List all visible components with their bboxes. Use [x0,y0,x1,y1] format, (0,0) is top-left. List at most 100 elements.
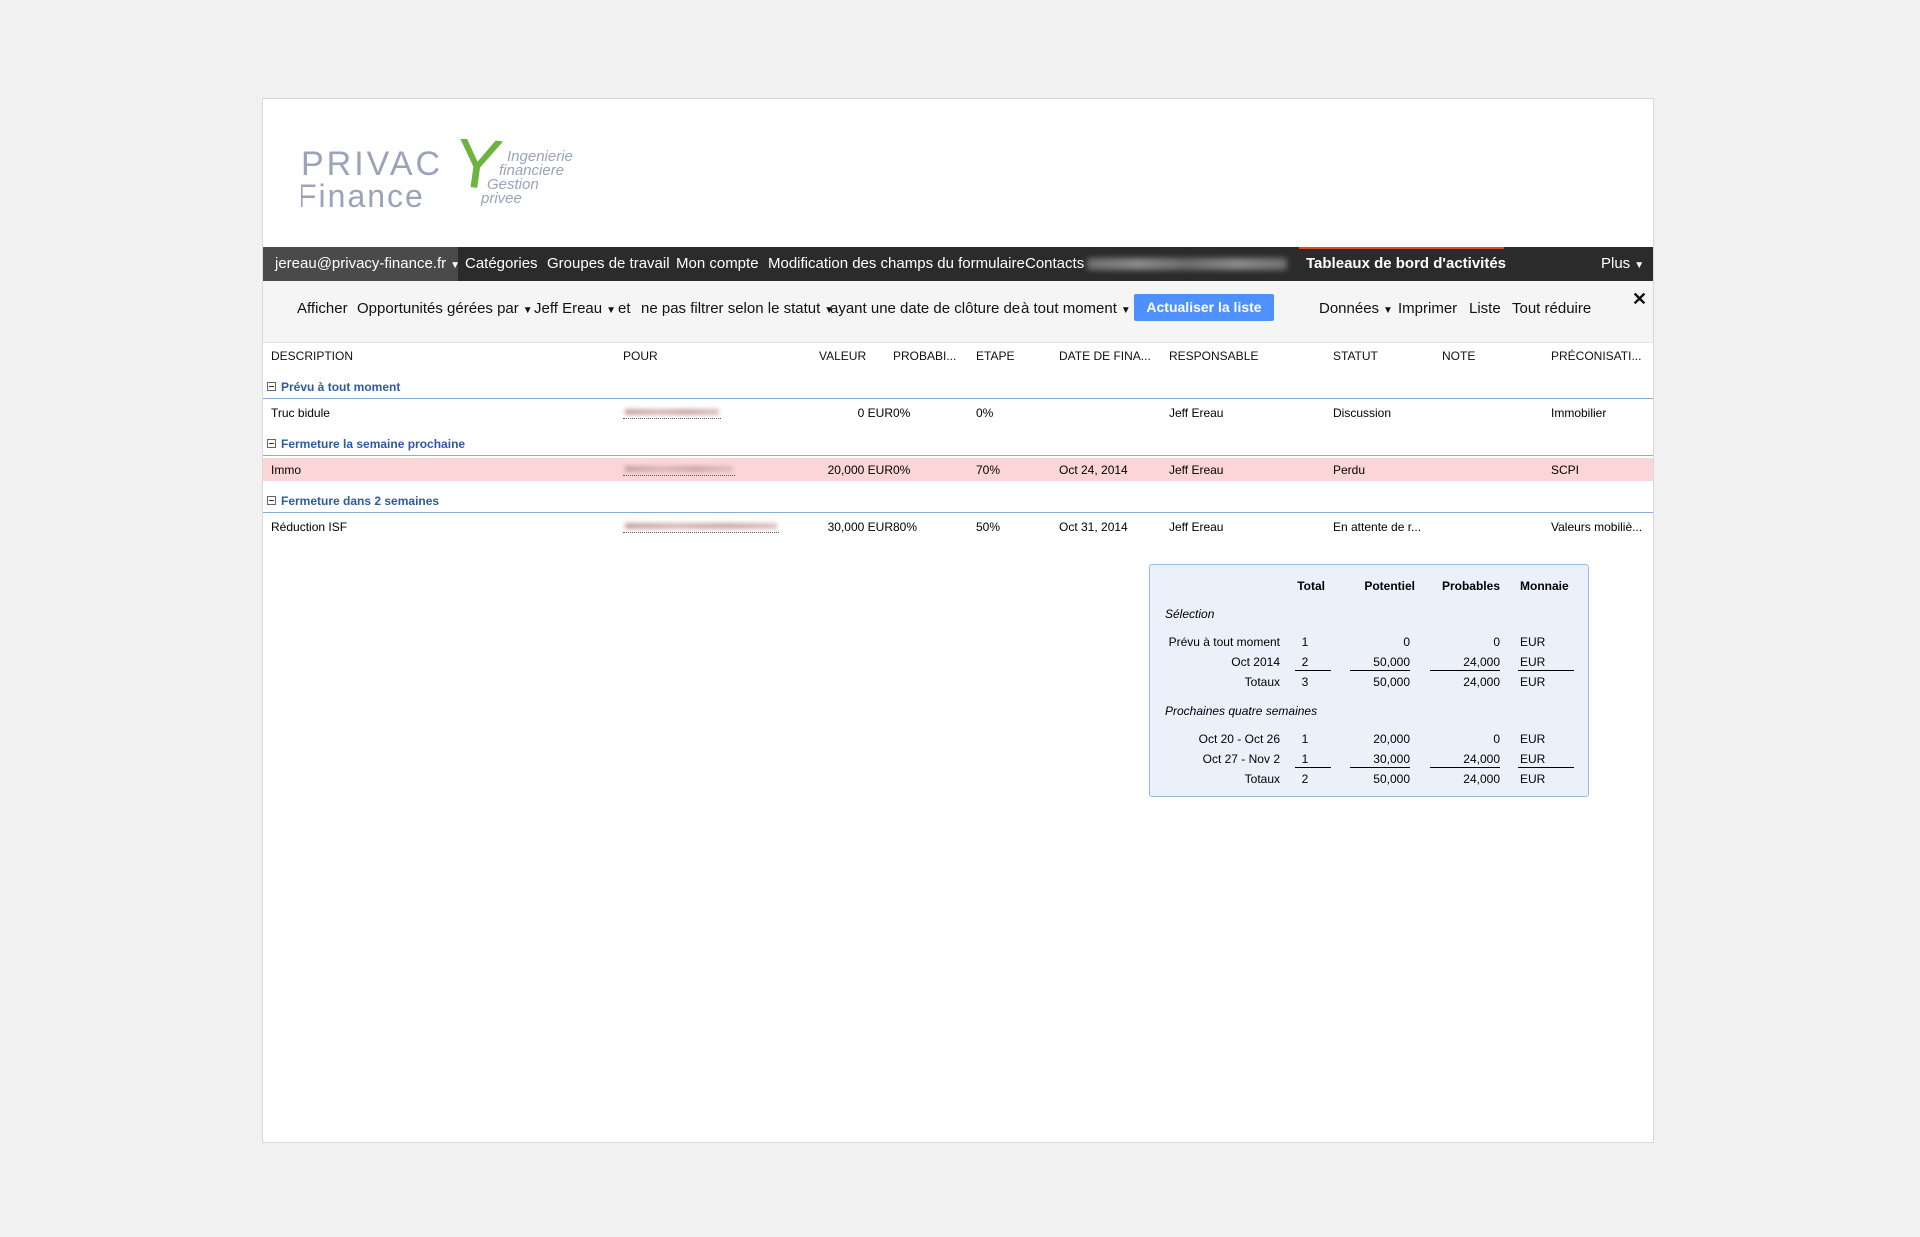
summary-row-label: Oct 2014 [1231,655,1280,669]
cell-date: Oct 31, 2014 [1059,520,1128,534]
summary-probables-value: 24,000 [1463,752,1500,766]
group-header[interactable]: Fermeture dans 2 semaines [263,491,1653,513]
group-header[interactable]: Fermeture la semaine prochaine [263,434,1653,456]
summary-section-title: Sélection [1165,607,1215,621]
summary-total-value: 1 [1301,752,1309,766]
cell-statut: Perdu [1333,463,1366,477]
filter-owner-value: Jeff Ereau [534,300,603,317]
column-header-valeur[interactable]: VALEUR [819,349,866,363]
nav-more-menu[interactable]: Plus ▼ [1601,247,1644,281]
filter-period-dropdown[interactable]: à tout moment ▼ [1021,300,1131,317]
summary-row-label: Prévu à tout moment [1168,635,1280,649]
refresh-list-button[interactable]: Actualiser la liste [1134,294,1274,321]
chevron-down-icon: ▼ [606,305,617,316]
chevron-down-icon: ▼ [522,305,533,316]
user-account-menu[interactable]: jereau@privacy-finance.fr ▼ [263,247,460,281]
nav-item-groupes[interactable]: Groupes de travail [547,247,670,281]
print-link[interactable]: Imprimer [1398,300,1457,317]
cell-probabilite: 80% [893,520,918,534]
nav-more-label: Plus [1601,255,1631,272]
cell-description: Truc bidule [271,406,330,420]
collapse-toggle-icon[interactable] [267,439,276,448]
subtotal-rule [1518,670,1574,671]
cell-statut: En attente de r... [1333,520,1422,534]
summary-potentiel-value: 50,000 [1373,655,1410,669]
nav-item-categories[interactable]: Catégories [465,247,538,281]
column-header-probabilite[interactable]: PROBABI... [893,349,956,363]
summary-probables-value: 0 [1493,732,1500,746]
cell-probabilite: 0% [893,406,911,420]
nav-item-contacts[interactable]: Contacts [1025,247,1084,281]
cell-etape: 50% [976,520,1001,534]
cell-etape: 70% [976,463,1001,477]
top-navigation-bar: jereau@privacy-finance.fr ▼ Catégories Gr… [263,247,1653,281]
nav-item-modification-champs[interactable]: Modification des champs du formulaire [768,247,1025,281]
column-header-description[interactable]: DESCRIPTION [271,349,353,363]
column-header-etape[interactable]: ETAPE [976,349,1014,363]
subtotal-rule [1350,670,1410,671]
summary-probables-value: 24,000 [1463,772,1500,786]
column-header-statut[interactable]: STATUT [1333,349,1378,363]
filter-owner-dropdown[interactable]: Jeff Ereau ▼ [534,300,616,317]
summary-monnaie-value: EUR [1520,655,1546,669]
chevron-down-icon: ▼ [1383,305,1393,316]
column-header-date[interactable]: DATE DE FINA... [1059,349,1151,363]
cell-description: Immo [271,463,301,477]
user-email: jereau@privacy-finance.fr [275,255,447,272]
summary-panel: Total Potentiel Probables Monnaie Sélect… [1149,564,1589,797]
summary-potentiel-value: 50,000 [1373,675,1410,689]
table-row[interactable]: Truc bidule 0 EUR 0% 0% Jeff Ereau Discu… [263,401,1653,424]
privacy-finance-logo: PRIVAC Finance Y Ingenierie financiere G… [301,139,573,214]
column-header-preconisation[interactable]: PRÉCONISATI... [1551,349,1641,363]
cell-description: Réduction ISF [271,520,348,534]
data-menu-dropdown[interactable]: Données ▼ [1319,300,1393,317]
filter-date-label: ayant une date de clôture de [830,300,1021,317]
nav-item-contact-name-blurred[interactable] [1087,247,1287,281]
cell-responsable: Jeff Ereau [1169,463,1224,477]
summary-header-probables: Probables [1441,579,1500,593]
nav-item-mon-compte[interactable]: Mon compte [676,247,759,281]
close-icon[interactable]: ✕ [1632,289,1647,310]
cell-responsable: Jeff Ereau [1169,406,1224,420]
group-header[interactable]: Prévu à tout moment [263,377,1653,399]
summary-header-potentiel: Potentiel [1364,579,1415,593]
filter-period-value: à tout moment [1021,300,1117,317]
subtotal-rule [1350,767,1410,768]
cell-etape: 0% [976,406,994,420]
collapse-toggle-icon[interactable] [267,496,276,505]
summary-potentiel-value: 30,000 [1373,752,1410,766]
summary-row-label: Totaux [1244,675,1280,689]
group-label: Fermeture la semaine prochaine [281,437,466,451]
subtotal-rule [1295,767,1331,768]
list-view-link[interactable]: Liste [1469,300,1501,317]
filter-scope-dropdown[interactable]: Opportunités gérées par ▼ [357,300,533,317]
filter-status-value: ne pas filtrer selon le statut [641,300,821,317]
summary-monnaie-value: EUR [1520,732,1546,746]
cell-date: Oct 24, 2014 [1059,463,1128,477]
cell-responsable: Jeff Ereau [1169,520,1224,534]
cell-pour-link-blurred[interactable] [623,519,779,533]
summary-total-value: 2 [1301,772,1309,786]
filter-bar: Afficher Opportunités gérées par ▼ Jeff E… [263,281,1653,343]
filter-status-dropdown[interactable]: ne pas filtrer selon le statut ▼ [641,300,834,317]
cell-pour-link-blurred[interactable] [623,462,735,476]
summary-potentiel-value: 20,000 [1373,732,1410,746]
column-header-responsable[interactable]: RESPONSABLE [1169,349,1258,363]
summary-monnaie-value: EUR [1520,675,1546,689]
data-menu-label: Données [1319,300,1380,317]
cell-valeur: 20,000 EUR [827,463,893,477]
table-row[interactable]: Réduction ISF 30,000 EUR 80% 50% Oct 31,… [263,515,1653,538]
summary-total-value: 1 [1301,635,1309,649]
cell-pour-link-blurred[interactable] [623,405,721,419]
filter-and-label: et [618,300,631,317]
column-header-pour[interactable]: POUR [623,349,658,363]
collapse-toggle-icon[interactable] [267,382,276,391]
tab-tableaux-de-bord[interactable]: Tableaux de bord d'activités [1306,247,1506,281]
subtotal-rule [1295,670,1331,671]
column-header-note[interactable]: NOTE [1442,349,1475,363]
table-row[interactable]: Immo 20,000 EUR 0% 70% Oct 24, 2014 Jeff… [263,458,1653,481]
collapse-all-link[interactable]: Tout réduire [1512,300,1591,317]
cell-preconisation: Valeurs mobiliè... [1551,520,1643,534]
chevron-down-icon: ▼ [1120,305,1131,316]
summary-total-value: 1 [1301,732,1309,746]
